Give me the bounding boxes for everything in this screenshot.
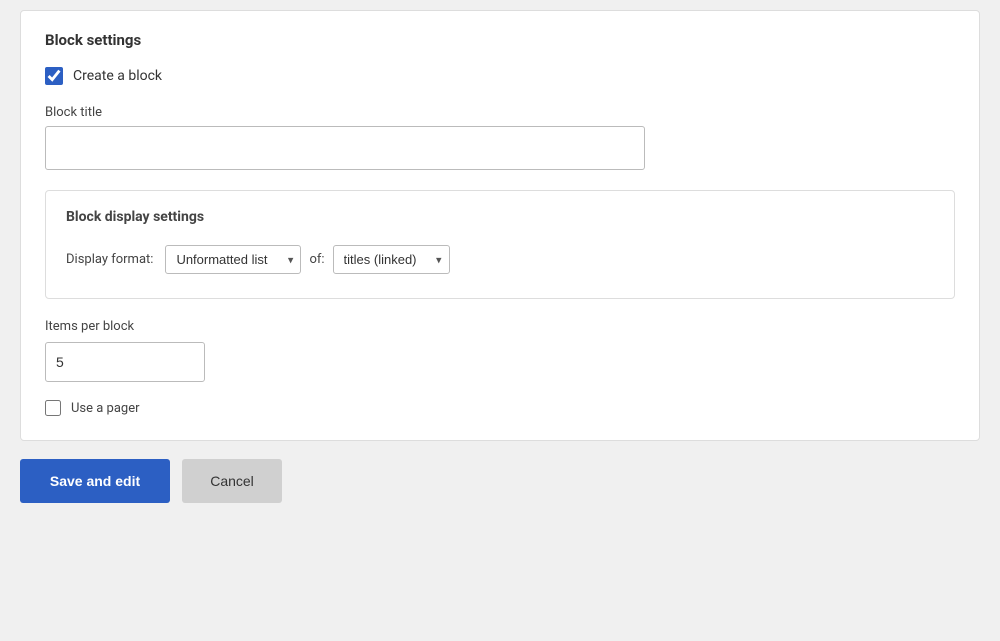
of-label: of:: [309, 252, 324, 267]
block-title-input[interactable]: [45, 126, 645, 170]
use-pager-row: Use a pager: [45, 400, 955, 416]
titles-linked-select-wrapper: titles (linked) titles (plain) full cont…: [333, 245, 450, 274]
block-display-settings-card: Block display settings Display format: U…: [45, 190, 955, 299]
items-per-block-input-wrapper: [45, 342, 205, 382]
create-block-row: Create a block: [45, 67, 955, 85]
page-wrapper: Block settings Create a block Block titl…: [0, 0, 1000, 641]
block-display-settings-title: Block display settings: [66, 209, 934, 225]
block-settings-title: Block settings: [45, 31, 955, 49]
display-format-select-wrapper: Unformatted list Ordered list Table ▾: [165, 245, 301, 274]
main-card: Block settings Create a block Block titl…: [20, 10, 980, 441]
display-format-select[interactable]: Unformatted list Ordered list Table: [165, 245, 301, 274]
titles-linked-select[interactable]: titles (linked) titles (plain) full cont…: [333, 245, 450, 274]
use-pager-label: Use a pager: [71, 401, 140, 416]
save-and-edit-button[interactable]: Save and edit: [20, 459, 170, 503]
items-per-block-label: Items per block: [45, 319, 955, 334]
footer-bar: Save and edit Cancel: [20, 441, 980, 503]
create-block-checkbox[interactable]: [45, 67, 63, 85]
block-title-label: Block title: [45, 105, 955, 120]
create-block-label: Create a block: [73, 68, 162, 84]
items-section: Items per block: [45, 319, 955, 382]
display-format-label: Display format:: [66, 252, 153, 267]
items-per-block-input[interactable]: [45, 342, 205, 382]
cancel-button[interactable]: Cancel: [182, 459, 282, 503]
display-format-row: Display format: Unformatted list Ordered…: [66, 245, 934, 274]
use-pager-checkbox[interactable]: [45, 400, 61, 416]
